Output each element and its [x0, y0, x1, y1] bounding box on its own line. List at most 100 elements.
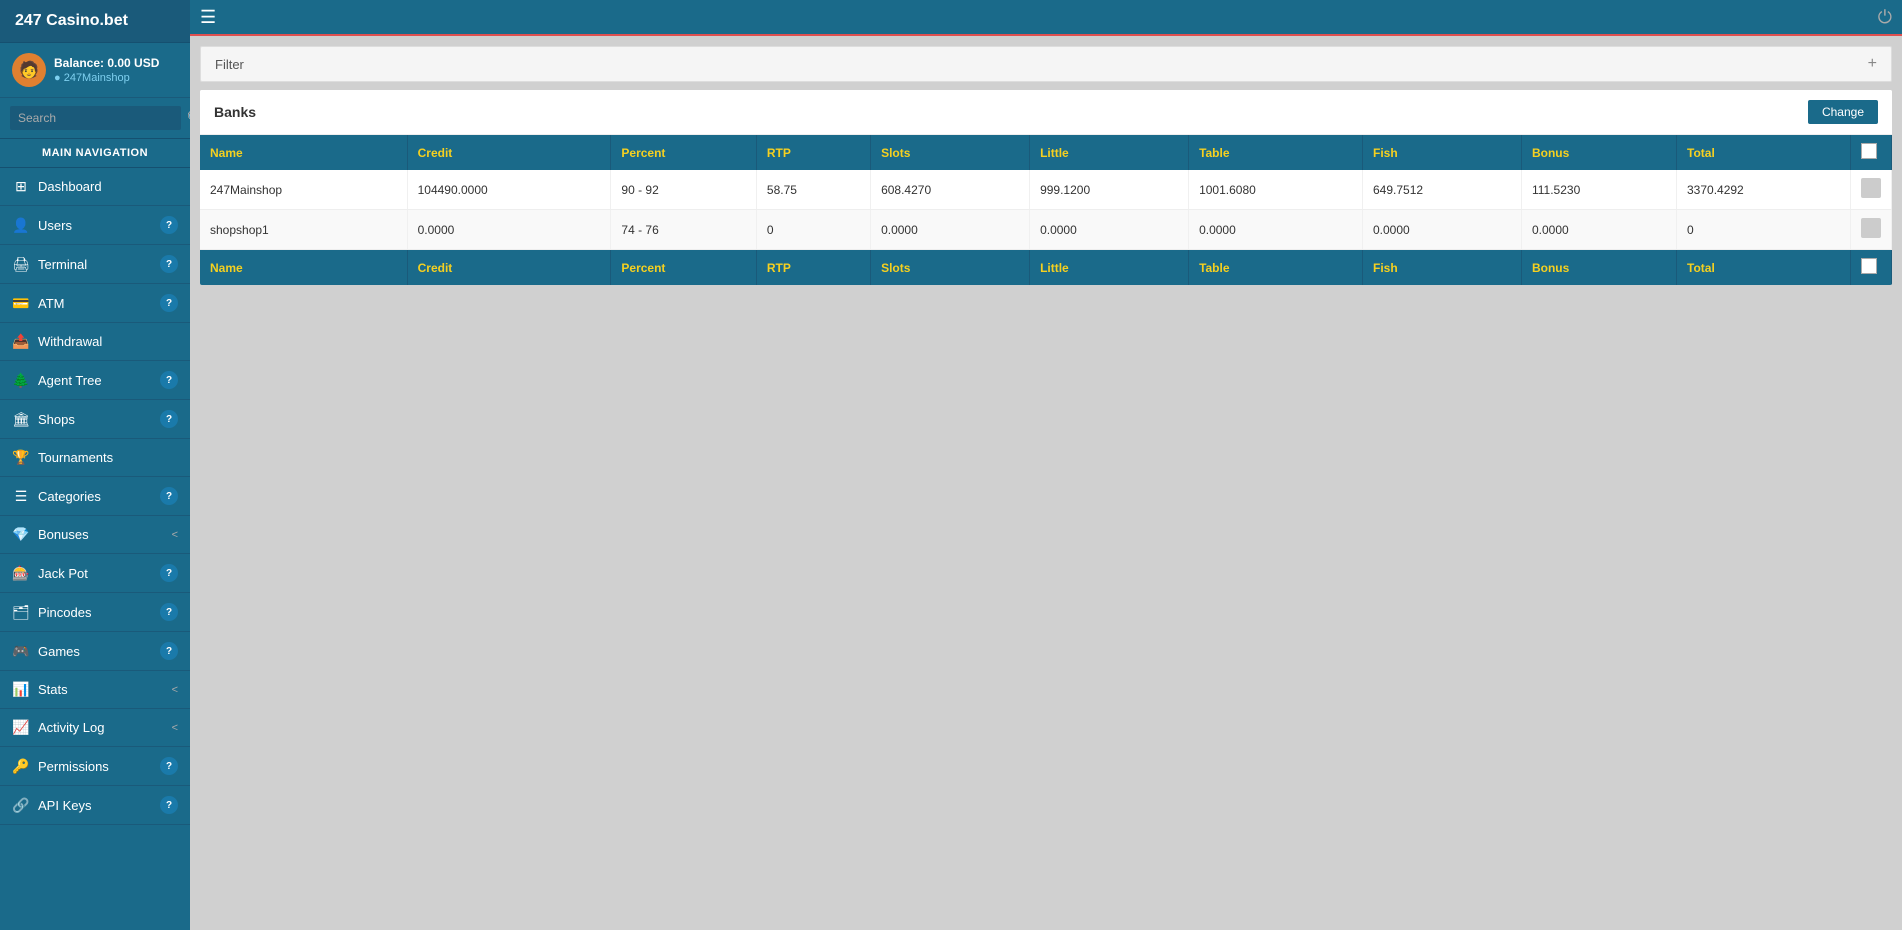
- cell-fish: 0.0000: [1362, 210, 1521, 250]
- user-name: 247Mainshop: [54, 72, 159, 84]
- power-button[interactable]: ⏻: [1878, 7, 1892, 28]
- col-bonus: Bonus: [1521, 135, 1676, 170]
- col-checkbox: [1851, 135, 1892, 170]
- cell-little: 0.0000: [1030, 210, 1189, 250]
- categories-icon: ☰: [12, 488, 30, 505]
- col-credit: Credit: [407, 135, 611, 170]
- col-name: Name: [200, 135, 407, 170]
- sidebar-item-games[interactable]: 🎮 Games ?: [0, 632, 190, 671]
- pincodes-badge[interactable]: ?: [160, 603, 178, 621]
- sidebar-item-api-keys[interactable]: 🔗 API Keys ?: [0, 786, 190, 825]
- foot-checkbox: [1851, 250, 1892, 286]
- row-action-icon[interactable]: [1861, 178, 1881, 198]
- dashboard-icon: ⊞: [12, 178, 30, 195]
- sidebar-item-dashboard[interactable]: ⊞ Dashboard: [0, 168, 190, 206]
- search-button[interactable]: 🔍: [181, 106, 190, 130]
- permissions-badge[interactable]: ?: [160, 757, 178, 775]
- cell-fish: 649.7512: [1362, 170, 1521, 210]
- api-keys-badge[interactable]: ?: [160, 796, 178, 814]
- permissions-icon: 🔑: [12, 758, 30, 775]
- sidebar-item-jackpot[interactable]: 🎰 Jack Pot ?: [0, 554, 190, 593]
- cell-slots: 0.0000: [871, 210, 1030, 250]
- chevron-icon: <: [172, 722, 178, 734]
- filter-label: Filter: [215, 57, 244, 72]
- sidebar-item-label: Users: [38, 218, 160, 233]
- games-badge[interactable]: ?: [160, 642, 178, 660]
- sidebar-item-withdrawal[interactable]: 📤 Withdrawal: [0, 323, 190, 361]
- sidebar-item-atm[interactable]: 💳 ATM ?: [0, 284, 190, 323]
- cell-slots: 608.4270: [871, 170, 1030, 210]
- col-slots: Slots: [871, 135, 1030, 170]
- table-footer-row: Name Credit Percent RTP Slots Little Tab…: [200, 250, 1892, 286]
- filter-bar: Filter +: [200, 46, 1892, 82]
- cell-total: 0: [1677, 210, 1851, 250]
- shops-icon: 🏛: [12, 411, 30, 428]
- topbar-right: ⏻: [1878, 7, 1892, 28]
- tournaments-icon: 🏆: [12, 449, 30, 466]
- cell-bonus: 111.5230: [1521, 170, 1676, 210]
- sidebar-item-label: Jack Pot: [38, 566, 160, 581]
- topbar: ☰ ⏻: [190, 0, 1902, 36]
- foot-fish: Fish: [1362, 250, 1521, 286]
- agent-tree-badge[interactable]: ?: [160, 371, 178, 389]
- table-header-row: Name Credit Percent RTP Slots Little Tab…: [200, 135, 1892, 170]
- categories-badge[interactable]: ?: [160, 487, 178, 505]
- sidebar-item-label: Activity Log: [38, 720, 172, 735]
- filter-plus-icon[interactable]: +: [1868, 55, 1877, 73]
- sidebar-item-agent-tree[interactable]: 🌲 Agent Tree ?: [0, 361, 190, 400]
- avatar: 🧑: [12, 53, 46, 87]
- withdrawal-icon: 📤: [12, 333, 30, 350]
- footer-checkbox[interactable]: [1861, 258, 1877, 274]
- menu-icon[interactable]: ☰: [200, 7, 216, 28]
- row-action-icon[interactable]: [1861, 218, 1881, 238]
- change-button[interactable]: Change: [1808, 100, 1878, 124]
- sidebar-item-permissions[interactable]: 🔑 Permissions ?: [0, 747, 190, 786]
- cell-percent: 90 - 92: [611, 170, 757, 210]
- sidebar-item-tournaments[interactable]: 🏆 Tournaments: [0, 439, 190, 477]
- nav-title: MAIN NAVIGATION: [0, 139, 190, 168]
- foot-credit: Credit: [407, 250, 611, 286]
- terminal-icon: 🖨: [12, 256, 30, 273]
- sidebar-item-label: API Keys: [38, 798, 160, 813]
- search-input[interactable]: [10, 106, 181, 130]
- foot-percent: Percent: [611, 250, 757, 286]
- stats-icon: 📊: [12, 681, 30, 698]
- banks-section: Banks Change Name Credit Percent RTP Slo…: [200, 90, 1892, 285]
- header-checkbox[interactable]: [1861, 143, 1877, 159]
- foot-little: Little: [1030, 250, 1189, 286]
- atm-icon: 💳: [12, 295, 30, 312]
- cell-credit: 0.0000: [407, 210, 611, 250]
- cell-action: [1851, 210, 1892, 250]
- user-balance: Balance: 0.00 USD: [54, 56, 159, 70]
- agent-tree-icon: 🌲: [12, 372, 30, 389]
- shops-badge[interactable]: ?: [160, 410, 178, 428]
- sidebar-item-bonuses[interactable]: 💎 Bonuses <: [0, 516, 190, 554]
- col-percent: Percent: [611, 135, 757, 170]
- users-badge[interactable]: ?: [160, 216, 178, 234]
- foot-bonus: Bonus: [1521, 250, 1676, 286]
- sidebar-item-users[interactable]: 👤 Users ?: [0, 206, 190, 245]
- sidebar-item-label: Categories: [38, 489, 160, 504]
- sidebar-item-stats[interactable]: 📊 Stats <: [0, 671, 190, 709]
- api-keys-icon: 🔗: [12, 797, 30, 814]
- foot-table: Table: [1189, 250, 1363, 286]
- sidebar-item-shops[interactable]: 🏛 Shops ?: [0, 400, 190, 439]
- sidebar-item-label: Stats: [38, 682, 172, 697]
- terminal-badge[interactable]: ?: [160, 255, 178, 273]
- foot-rtp: RTP: [756, 250, 870, 286]
- atm-badge[interactable]: ?: [160, 294, 178, 312]
- sidebar-item-label: Permissions: [38, 759, 160, 774]
- jackpot-badge[interactable]: ?: [160, 564, 178, 582]
- cell-name: 247Mainshop: [200, 170, 407, 210]
- banks-table: Name Credit Percent RTP Slots Little Tab…: [200, 135, 1892, 285]
- jackpot-icon: 🎰: [12, 565, 30, 582]
- sidebar-item-categories[interactable]: ☰ Categories ?: [0, 477, 190, 516]
- sidebar: 247 Casino.bet 🧑 Balance: 0.00 USD 247Ma…: [0, 0, 190, 930]
- sidebar-item-label: Agent Tree: [38, 373, 160, 388]
- sidebar-item-terminal[interactable]: 🖨 Terminal ?: [0, 245, 190, 284]
- sidebar-item-activity-log[interactable]: 📈 Activity Log <: [0, 709, 190, 747]
- pincodes-icon: 🗂: [12, 604, 30, 621]
- sidebar-item-pincodes[interactable]: 🗂 Pincodes ?: [0, 593, 190, 632]
- sidebar-item-label: ATM: [38, 296, 160, 311]
- sidebar-item-label: Dashboard: [38, 179, 178, 194]
